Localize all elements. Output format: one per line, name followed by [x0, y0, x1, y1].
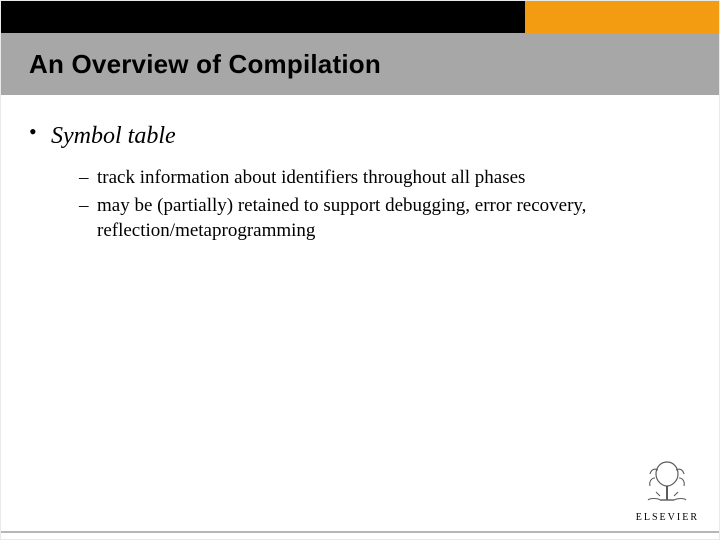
sub-bullet-list: track information about identifiers thro… — [79, 165, 693, 244]
bullet-label: Symbol table — [51, 123, 176, 149]
title-bar: An Overview of Compilation — [1, 33, 719, 95]
bullet-list: Symbol table track information about ide… — [27, 121, 693, 244]
slide-title: An Overview of Compilation — [29, 49, 381, 80]
elsevier-tree-icon — [638, 456, 696, 510]
top-orange-accent — [525, 1, 719, 33]
publisher-logo: ELSEVIER — [636, 456, 699, 523]
slide: An Overview of Compilation Symbol table … — [0, 0, 720, 540]
sub-bullet-item: track information about identifiers thro… — [79, 165, 693, 191]
publisher-name: ELSEVIER — [636, 512, 699, 523]
sub-bullet-item: may be (partially) retained to support d… — [79, 193, 693, 244]
slide-content: Symbol table track information about ide… — [27, 121, 693, 246]
bottom-divider — [1, 531, 719, 533]
bullet-item: Symbol table track information about ide… — [27, 121, 693, 244]
